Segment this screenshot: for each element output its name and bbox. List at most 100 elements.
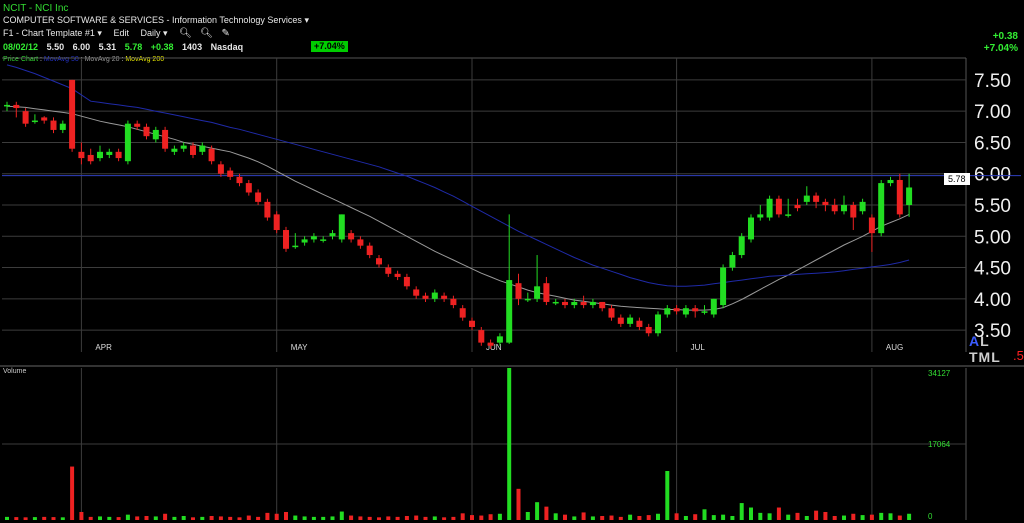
volume-bar xyxy=(795,512,800,520)
volume-bar xyxy=(674,513,679,520)
volume-bar xyxy=(470,515,474,520)
volume-bar xyxy=(218,516,223,520)
candle-body xyxy=(478,330,485,343)
candle-body xyxy=(134,123,141,127)
volume-bar xyxy=(730,515,735,520)
candle-body xyxy=(645,326,652,334)
side-tab-a[interactable]: A xyxy=(969,333,980,349)
candle-body xyxy=(850,205,857,218)
candle-body xyxy=(599,301,606,309)
candle-body xyxy=(320,239,327,241)
candle-body xyxy=(255,192,262,202)
volume-bar xyxy=(609,515,614,520)
candle-body xyxy=(515,283,522,299)
candle-body xyxy=(22,111,29,124)
candle-body xyxy=(868,217,875,234)
candle-body xyxy=(199,145,206,152)
volume-bar xyxy=(116,517,121,520)
candle-body xyxy=(664,308,671,315)
volume-bar xyxy=(628,514,633,520)
candle-body xyxy=(859,201,866,212)
volume-bar xyxy=(497,513,502,520)
candle-body xyxy=(813,195,820,202)
candle-body xyxy=(487,342,494,346)
volume-bar xyxy=(144,515,149,520)
volume-tick-label: 17064 xyxy=(928,440,951,449)
volume-bar xyxy=(553,513,558,520)
candle-body xyxy=(69,79,76,149)
candle-body xyxy=(636,320,643,327)
price-tick-label: 6.50 xyxy=(974,133,1011,154)
volume-bar xyxy=(814,510,819,520)
volume-bar xyxy=(516,488,521,520)
volume-tick-label: 0 xyxy=(928,512,933,521)
volume-bar xyxy=(70,466,75,520)
volume-bar xyxy=(507,368,512,520)
candle-body xyxy=(190,145,196,155)
candle-body xyxy=(301,239,308,243)
volume-bar xyxy=(581,512,586,520)
price-tick-label: 4.50 xyxy=(974,259,1011,280)
price-tick-label: 4.00 xyxy=(974,290,1011,311)
volume-bar xyxy=(88,516,93,520)
volume-bar xyxy=(851,513,856,520)
volume-bar xyxy=(395,516,400,520)
candle-body xyxy=(310,236,317,240)
candle-body xyxy=(59,123,66,130)
month-label: AUG xyxy=(886,343,903,352)
volume-bar xyxy=(590,516,595,520)
candle-body xyxy=(534,286,541,299)
month-label: MAY xyxy=(291,343,308,352)
volume-bar xyxy=(153,516,158,520)
price-tick-label: 7.00 xyxy=(974,102,1011,123)
candle-body xyxy=(589,301,596,306)
volume-bar xyxy=(572,516,577,520)
candle-body xyxy=(329,233,336,237)
volume-bar xyxy=(535,502,540,520)
candle-body xyxy=(143,126,150,137)
month-label: JUL xyxy=(691,343,706,352)
candle-body xyxy=(413,289,420,296)
volume-bar xyxy=(5,516,9,520)
candle-body xyxy=(208,148,215,162)
volume-bar xyxy=(525,511,530,520)
volume-bar xyxy=(618,516,623,520)
volume-bar xyxy=(656,513,660,520)
candle-body xyxy=(366,245,373,256)
candle-body xyxy=(748,217,754,240)
candle-body xyxy=(878,183,885,234)
candle-body xyxy=(4,104,10,107)
candle-body xyxy=(831,205,838,212)
candle-body xyxy=(469,320,475,327)
candle-body xyxy=(682,308,689,315)
last-price-label: 5.78 xyxy=(944,173,970,185)
volume-bar xyxy=(488,514,493,520)
candle-body xyxy=(171,148,178,152)
volume-bar xyxy=(274,513,279,520)
volume-bar xyxy=(721,514,726,520)
candle-body xyxy=(766,198,773,218)
candle-body xyxy=(571,301,578,306)
volume-bar xyxy=(600,515,605,520)
volume-bar xyxy=(758,512,763,520)
volume-bar xyxy=(423,516,428,520)
volume-bar xyxy=(693,514,698,520)
candle-body xyxy=(403,276,410,287)
volume-bar xyxy=(869,514,874,520)
volume-bar xyxy=(339,511,344,520)
candle-body xyxy=(524,298,531,301)
candle-body xyxy=(617,317,624,324)
moving-average-20-line xyxy=(6,105,910,311)
candle-body xyxy=(450,298,457,306)
volume-bar xyxy=(14,517,19,520)
volume-bar xyxy=(98,516,102,520)
volume-bar xyxy=(879,512,884,520)
volume-tick-label: 34127 xyxy=(928,369,951,378)
candle-body xyxy=(50,120,57,130)
candle-body xyxy=(794,205,801,209)
candle-body xyxy=(41,117,48,121)
price-volume-chart[interactable]: 7.507.006.506.005.505.004.504.003.50APR M… xyxy=(0,0,1024,523)
candle-body xyxy=(217,164,224,174)
price-tick-label: 5.00 xyxy=(974,227,1011,248)
candle-body xyxy=(701,311,708,313)
